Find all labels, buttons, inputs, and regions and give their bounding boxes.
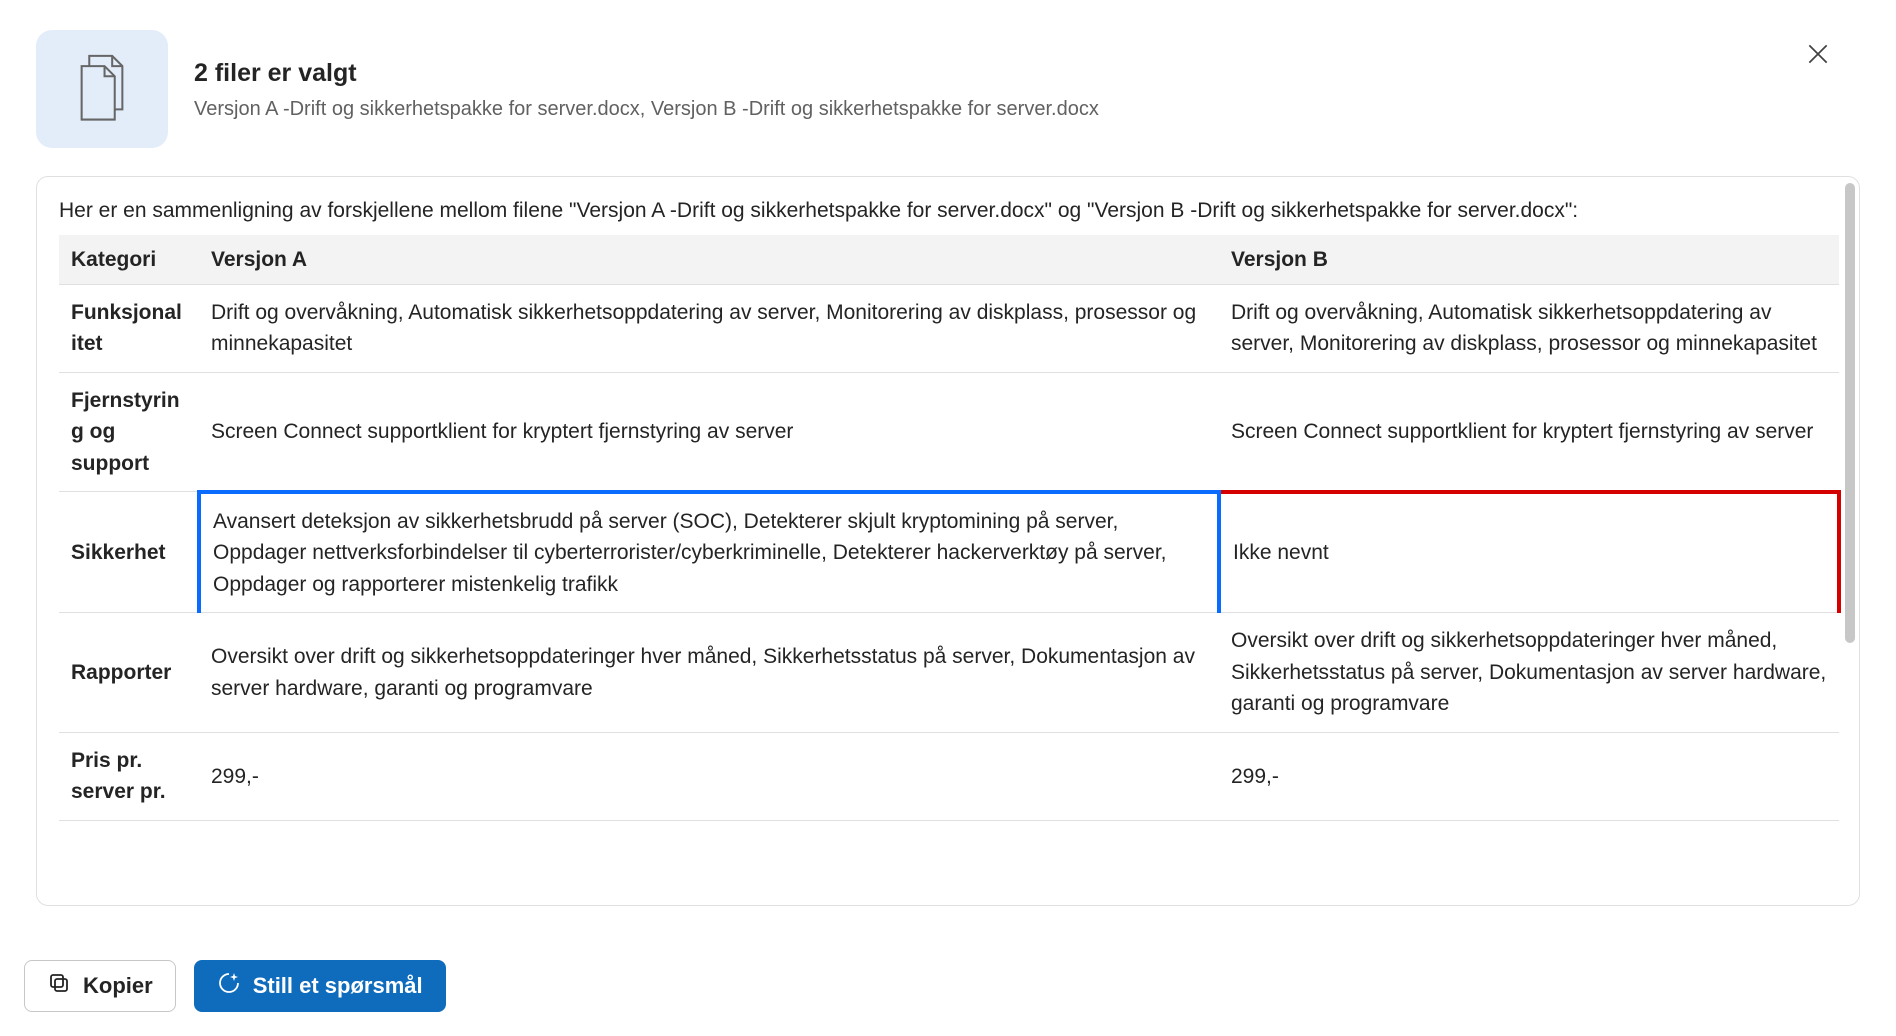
intro-text: Her er en sammenligning av forskjellene … <box>59 195 1837 227</box>
ask-question-button[interactable]: Still et spørsmål <box>194 960 446 1012</box>
row-version-a: Avansert deteksjon av sikkerhetsbrudd på… <box>199 492 1219 613</box>
col-header-category: Kategori <box>59 235 199 285</box>
row-category: Fjernstyring og support <box>59 372 199 492</box>
comparison-panel: Her er en sammenligning av forskjellene … <box>36 176 1860 906</box>
sparkle-chat-icon <box>217 971 241 1001</box>
table-row: Pris pr. server pr.299,-299,- <box>59 732 1839 820</box>
file-selection-header: 2 filer er valgt Versjon A -Drift og sik… <box>36 30 1860 148</box>
row-version-b: Screen Connect supportklient for krypter… <box>1219 372 1839 492</box>
header-title: 2 filer er valgt <box>194 56 1860 91</box>
row-category: Funksjonalitet <box>59 284 199 372</box>
header-subtitle: Versjon A -Drift og sikkerhetspakke for … <box>194 95 1860 123</box>
ask-question-button-label: Still et spørsmål <box>253 973 423 999</box>
col-header-version-a: Versjon A <box>199 235 1219 285</box>
files-icon <box>36 30 168 148</box>
row-version-a: Oversikt over drift og sikkerhetsoppdate… <box>199 613 1219 733</box>
close-button[interactable] <box>1800 36 1836 72</box>
copy-button-label: Kopier <box>83 973 153 999</box>
table-row: SikkerhetAvansert deteksjon av sikkerhet… <box>59 492 1839 613</box>
col-header-version-b: Versjon B <box>1219 235 1839 285</box>
row-category: Pris pr. server pr. <box>59 732 199 820</box>
scrollbar[interactable] <box>1845 183 1855 643</box>
copy-icon <box>47 971 71 1001</box>
comparison-table: Kategori Versjon A Versjon B Funksjonali… <box>59 235 1841 821</box>
row-version-a: Screen Connect supportklient for krypter… <box>199 372 1219 492</box>
row-version-b: 299,- <box>1219 732 1839 820</box>
row-category: Sikkerhet <box>59 492 199 613</box>
row-category: Rapporter <box>59 613 199 733</box>
row-version-b: Ikke nevnt <box>1219 492 1839 613</box>
row-version-a: 299,- <box>199 732 1219 820</box>
table-row: RapporterOversikt over drift og sikkerhe… <box>59 613 1839 733</box>
copy-button[interactable]: Kopier <box>24 960 176 1012</box>
table-row: Fjernstyring og supportScreen Connect su… <box>59 372 1839 492</box>
table-header-row: Kategori Versjon A Versjon B <box>59 235 1839 285</box>
row-version-a: Drift og overvåkning, Automatisk sikkerh… <box>199 284 1219 372</box>
action-bar: Kopier Still et spørsmål <box>24 960 446 1012</box>
row-version-b: Drift og overvåkning, Automatisk sikkerh… <box>1219 284 1839 372</box>
row-version-b: Oversikt over drift og sikkerhetsoppdate… <box>1219 613 1839 733</box>
table-row: FunksjonalitetDrift og overvåkning, Auto… <box>59 284 1839 372</box>
